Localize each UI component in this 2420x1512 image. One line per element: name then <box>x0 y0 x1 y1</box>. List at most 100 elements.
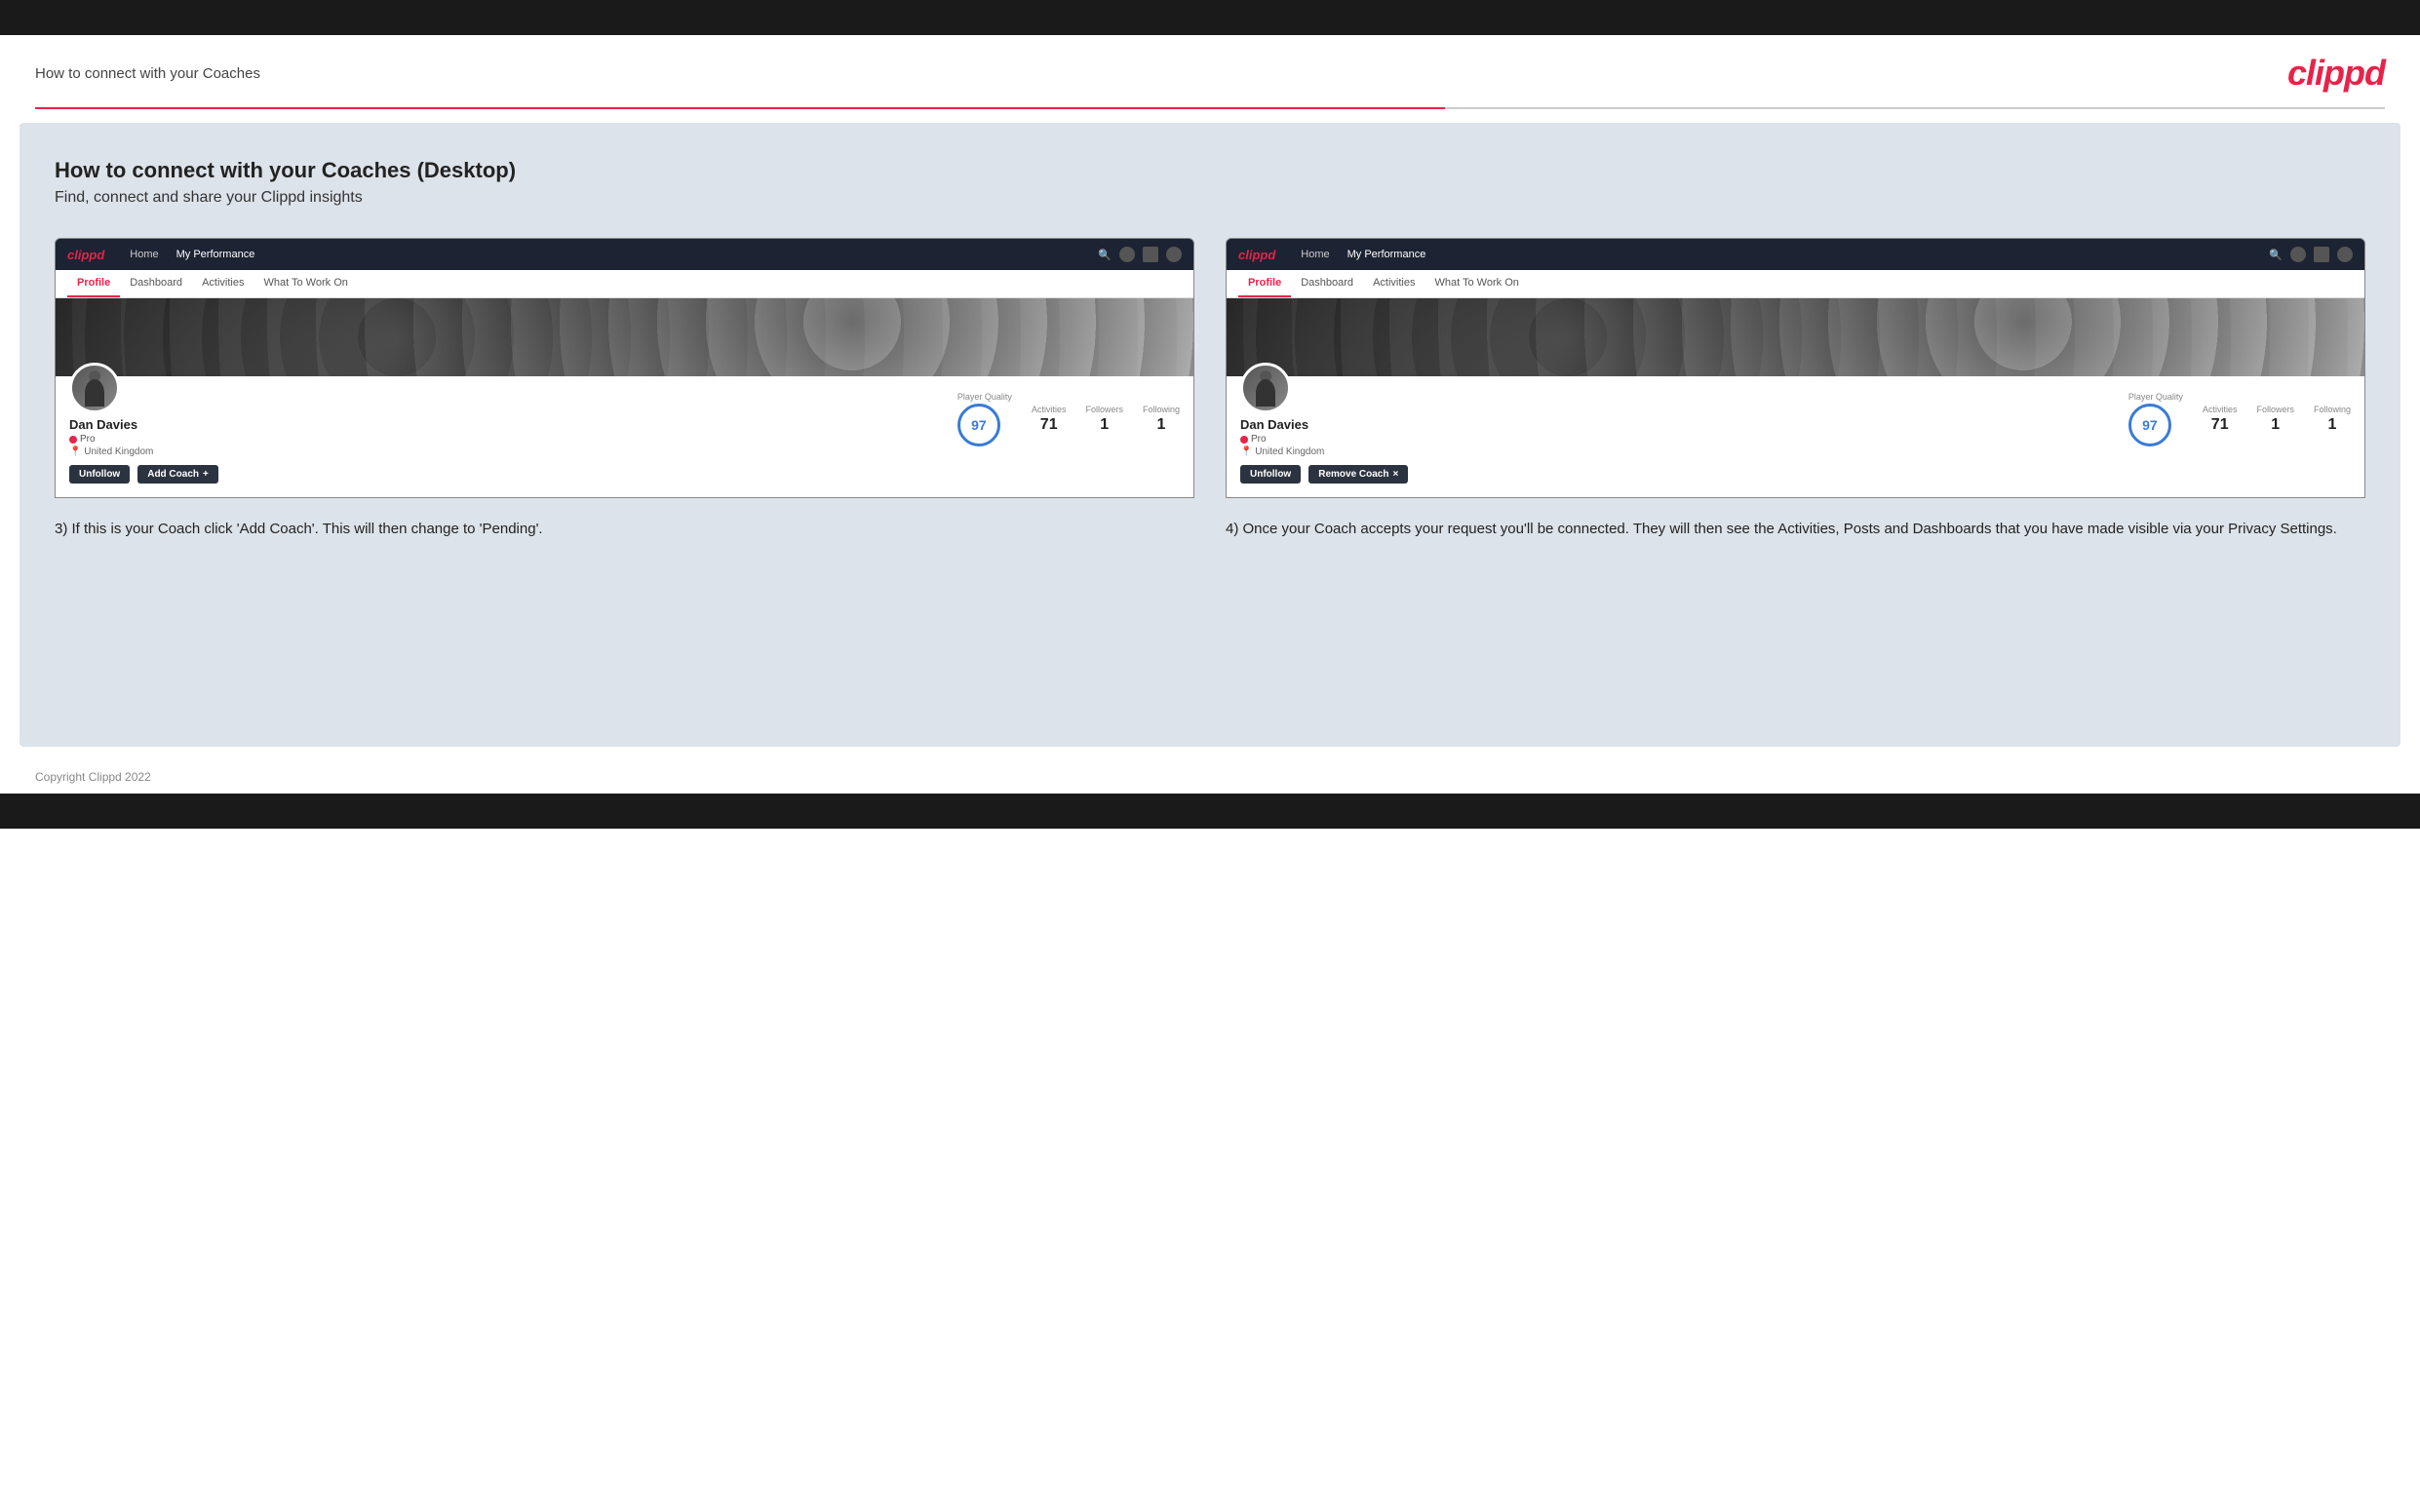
step4-player-location: 📍 United Kingdom <box>1240 446 1324 457</box>
step4-player-name: Dan Davies <box>1240 417 1308 432</box>
step3-tag-dot <box>69 436 77 444</box>
step3-profile-info: Dan Davies Pro 📍 United Kingdom Unfollow… <box>56 376 1193 497</box>
step3-nav-myperformance: My Performance <box>176 249 255 260</box>
step3-column: clippd Home My Performance 🔍 Profile Das… <box>55 238 1194 540</box>
step3-nav-bar: clippd Home My Performance 🔍 <box>56 239 1193 270</box>
step4-avatar <box>1240 363 1291 413</box>
step3-activities-label: Activities <box>1032 405 1067 414</box>
step4-quality-circle: 97 <box>2128 404 2171 446</box>
bottom-bar <box>0 794 2420 829</box>
step4-action-buttons: Unfollow Remove Coach × <box>1240 465 1408 484</box>
step3-followers-stat: Followers 1 <box>1085 405 1123 434</box>
step3-settings-icon <box>1143 247 1158 262</box>
step4-nav-bar: clippd Home My Performance 🔍 <box>1227 239 2364 270</box>
step4-browser-screenshot: clippd Home My Performance 🔍 Profile Das… <box>1226 238 2365 498</box>
step3-nav-logo: clippd <box>67 248 104 262</box>
step4-description: 4) Once your Coach accepts your request … <box>1226 518 2365 540</box>
step3-tab-whattoon[interactable]: What To Work On <box>254 270 357 297</box>
page-footer: Copyright Clippd 2022 <box>0 760 2420 794</box>
step4-tab-bar: Profile Dashboard Activities What To Wor… <box>1227 270 2364 298</box>
step3-following-stat: Following 1 <box>1143 405 1180 434</box>
page-header: How to connect with your Coaches clippd <box>0 35 2420 94</box>
step3-followers-label: Followers <box>1085 405 1123 414</box>
step3-tag-label: Pro <box>80 434 96 445</box>
step4-nav-myperformance: My Performance <box>1347 249 1426 260</box>
step4-quality-stat: Player Quality 97 <box>2128 392 2183 446</box>
step3-unfollow-button[interactable]: Unfollow <box>69 465 130 484</box>
step4-tab-profile[interactable]: Profile <box>1238 270 1291 297</box>
step3-following-label: Following <box>1143 405 1180 414</box>
step4-nav-logo: clippd <box>1238 248 1275 262</box>
step4-tab-dashboard[interactable]: Dashboard <box>1291 270 1363 297</box>
step4-cover-pattern <box>1227 298 2364 376</box>
step4-followers-label: Followers <box>2256 405 2294 414</box>
step4-profile-info: Dan Davies Pro 📍 United Kingdom Unfollow… <box>1227 376 2364 497</box>
step3-profile-area: Dan Davies Pro 📍 United Kingdom Unfollow… <box>56 298 1193 497</box>
step4-cover-image <box>1227 298 2364 376</box>
step3-search-icon: 🔍 <box>1098 248 1112 261</box>
step4-tab-whattoon[interactable]: What To Work On <box>1425 270 1528 297</box>
step4-quality-label: Player Quality <box>2128 392 2183 402</box>
step4-activities-stat: Activities 71 <box>2203 405 2238 434</box>
step3-quality-stat: Player Quality 97 <box>957 392 1012 446</box>
page-title: How to connect with your Coaches <box>35 65 260 82</box>
step3-avatar <box>69 363 120 413</box>
step4-activities-label: Activities <box>2203 405 2238 414</box>
step3-tab-profile[interactable]: Profile <box>67 270 120 297</box>
step3-player-location: 📍 United Kingdom <box>69 446 153 457</box>
footer-copyright: Copyright Clippd 2022 <box>35 770 151 784</box>
step4-player-tag: Pro <box>1240 434 1267 445</box>
step3-cover-pattern <box>56 298 1193 376</box>
step4-nav-icons: 🔍 <box>2269 247 2353 262</box>
section-subheading: Find, connect and share your Clippd insi… <box>55 189 2365 207</box>
step4-activities-value: 71 <box>2211 416 2229 433</box>
top-bar <box>0 0 2420 35</box>
step4-profile-area: Dan Davies Pro 📍 United Kingdom Unfollow… <box>1227 298 2364 497</box>
step3-description: 3) If this is your Coach click 'Add Coac… <box>55 518 1194 540</box>
step3-nav-icons: 🔍 <box>1098 247 1182 262</box>
main-content: How to connect with your Coaches (Deskto… <box>20 123 2400 747</box>
two-column-layout: clippd Home My Performance 🔍 Profile Das… <box>55 238 2365 540</box>
step3-tab-dashboard[interactable]: Dashboard <box>120 270 192 297</box>
step4-tab-activities[interactable]: Activities <box>1363 270 1425 297</box>
step4-following-stat: Following 1 <box>2314 405 2351 434</box>
step3-browser-screenshot: clippd Home My Performance 🔍 Profile Das… <box>55 238 1194 498</box>
step4-followers-stat: Followers 1 <box>2256 405 2294 434</box>
step3-nav-home: Home <box>130 249 158 260</box>
step3-add-coach-button[interactable]: Add Coach + <box>137 465 218 484</box>
step3-stats: Player Quality 97 Activities 71 Follower… <box>957 392 1180 446</box>
step4-player-details: Dan Davies Pro 📍 United Kingdom Unfollow… <box>1240 382 1408 484</box>
step4-settings-icon <box>2314 247 2329 262</box>
step3-avatar-figure <box>85 379 104 407</box>
step4-nav-home: Home <box>1301 249 1329 260</box>
step3-cover-image <box>56 298 1193 376</box>
step4-x-icon: × <box>1392 469 1398 480</box>
step3-following-value: 1 <box>1157 416 1166 433</box>
step3-activities-stat: Activities 71 <box>1032 405 1067 434</box>
step3-quality-label: Player Quality <box>957 392 1012 402</box>
step4-user-icon <box>2290 247 2306 262</box>
step4-unfollow-button[interactable]: Unfollow <box>1240 465 1301 484</box>
clippd-logo: clippd <box>2287 53 2385 94</box>
step4-following-label: Following <box>2314 405 2351 414</box>
step3-tab-bar: Profile Dashboard Activities What To Wor… <box>56 270 1193 298</box>
step3-player-tag: Pro <box>69 434 96 445</box>
step4-remove-coach-button[interactable]: Remove Coach × <box>1308 465 1408 484</box>
step3-player-name: Dan Davies <box>69 417 137 432</box>
section-heading: How to connect with your Coaches (Deskto… <box>55 158 2365 183</box>
step3-quality-circle: 97 <box>957 404 1000 446</box>
step3-action-buttons: Unfollow Add Coach + <box>69 465 218 484</box>
step4-tag-label: Pro <box>1251 434 1267 445</box>
step4-stats: Player Quality 97 Activities 71 Follower… <box>2128 392 2351 446</box>
step3-activities-value: 71 <box>1040 416 1058 433</box>
step4-tag-dot <box>1240 436 1248 444</box>
step3-avatar-icon <box>1166 247 1182 262</box>
step3-tab-activities[interactable]: Activities <box>192 270 254 297</box>
step4-avatar-figure <box>1256 379 1275 407</box>
step3-followers-value: 1 <box>1100 416 1109 433</box>
step4-avatar-icon <box>2337 247 2353 262</box>
step4-column: clippd Home My Performance 🔍 Profile Das… <box>1226 238 2365 540</box>
step4-search-icon: 🔍 <box>2269 248 2283 261</box>
header-divider <box>35 107 2385 109</box>
step4-following-value: 1 <box>2328 416 2337 433</box>
